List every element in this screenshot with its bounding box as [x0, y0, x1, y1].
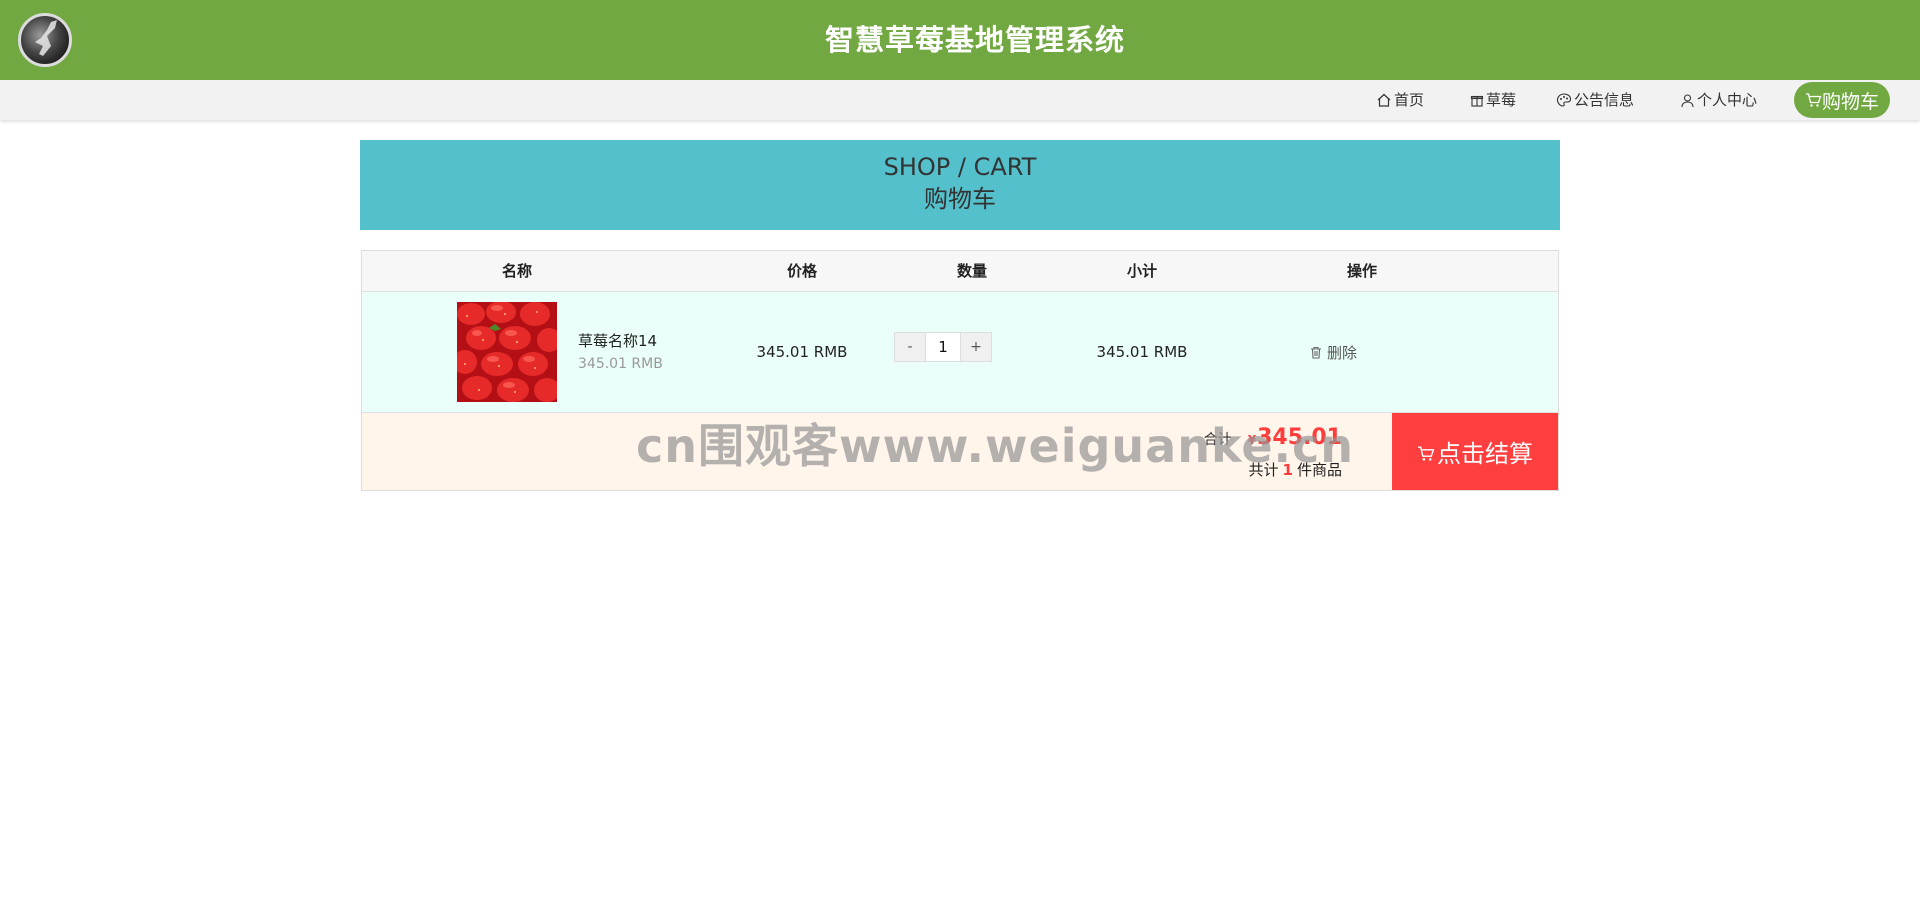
- cart-icon: [1805, 93, 1822, 107]
- nav-item-strawberry[interactable]: 草莓: [1470, 80, 1516, 120]
- nav-item-label: 草莓: [1486, 91, 1517, 109]
- cell-subtotal: 345.01 RMB: [1096, 343, 1188, 361]
- nav-bar: 首页 草莓 公告信息 个人中心 购物车: [0, 80, 1920, 120]
- table-row: 草莓名称14 345.01 RMB 345.01 RMB - 1 + 345.0…: [362, 292, 1558, 413]
- home-icon: [1377, 93, 1391, 107]
- column-header-price: 价格: [786, 262, 817, 280]
- watermark: cn围观客www.weiguanke.cn: [636, 419, 1355, 473]
- nav-item-label: 首页: [1394, 91, 1425, 109]
- product-image[interactable]: [457, 302, 557, 402]
- cell-price: 345.01 RMB: [756, 343, 848, 361]
- checkout-label: 点击结算: [1437, 440, 1533, 468]
- nav-item-announcements[interactable]: 公告信息: [1556, 80, 1634, 120]
- product-unit-price: 345.01 RMB: [578, 356, 663, 372]
- nav-cart-label: 购物车: [1821, 90, 1879, 113]
- gift-icon: [1470, 95, 1484, 107]
- increment-button[interactable]: +: [961, 333, 991, 361]
- column-header-quantity: 数量: [956, 262, 987, 280]
- product-name[interactable]: 草莓名称14: [578, 330, 657, 351]
- nav-item-profile[interactable]: 个人中心: [1680, 80, 1757, 120]
- checkout-button[interactable]: 点击结算: [1392, 413, 1558, 490]
- decrement-button[interactable]: -: [895, 333, 925, 361]
- user-icon: [1681, 93, 1694, 107]
- column-header-name: 名称: [501, 262, 532, 280]
- nav-item-label: 个人中心: [1697, 91, 1758, 109]
- nav-item-label: 公告信息: [1574, 91, 1635, 109]
- palette-icon: [1556, 93, 1572, 107]
- cart-banner: SHOP / CART 购物车: [360, 140, 1560, 230]
- quantity-input[interactable]: 1: [925, 333, 961, 361]
- column-header-subtotal: 小计: [1126, 262, 1157, 280]
- delete-button[interactable]: 删除: [1310, 292, 1357, 412]
- nav-item-cart[interactable]: 购物车: [1794, 82, 1890, 118]
- site-title: 智慧草莓基地管理系统: [824, 23, 1125, 57]
- quantity-stepper: - 1 +: [894, 332, 992, 362]
- strawberry-image: [457, 302, 557, 402]
- table-header: 名称 价格 数量 小计 操作: [362, 251, 1558, 292]
- trash-icon: [1311, 346, 1321, 359]
- cart-icon: [1418, 446, 1435, 461]
- column-header-actions: 操作: [1346, 262, 1377, 280]
- nav-item-home[interactable]: 首页: [1376, 80, 1424, 120]
- delete-label: 删除: [1327, 343, 1358, 362]
- banner-title-en: SHOP / CART: [883, 153, 1037, 181]
- top-header: 智慧草莓基地管理系统: [0, 0, 1920, 80]
- banner-title-cn: 购物车: [924, 185, 996, 213]
